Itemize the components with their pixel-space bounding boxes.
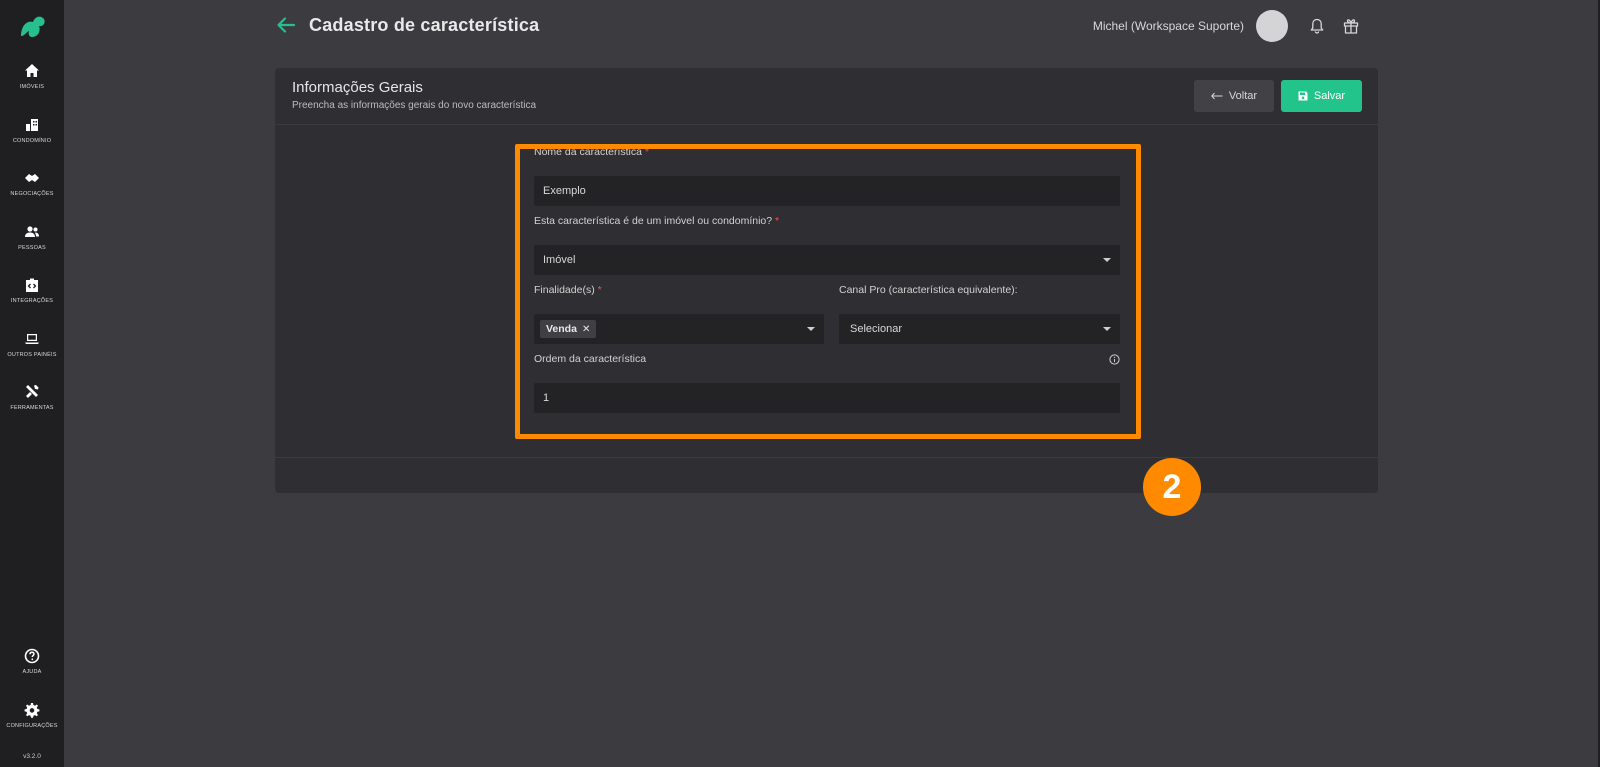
sidebar-item-label: IMÓVEIS: [19, 84, 45, 90]
canal-pro-select[interactable]: Selecionar: [839, 314, 1120, 344]
sidebar-item-outros-paineis[interactable]: OUTROS PAINÉIS: [0, 331, 64, 385]
name-label-text: Nome da característica: [534, 146, 642, 158]
app-logo-icon[interactable]: [15, 10, 49, 44]
chevron-down-icon: [1103, 327, 1111, 331]
required-mark: *: [597, 284, 602, 296]
chevron-down-icon: [1103, 258, 1111, 262]
purpose-label: Finalidade(s) *: [534, 284, 602, 296]
gift-icon[interactable]: [1342, 17, 1360, 35]
back-button[interactable]: Voltar: [1194, 80, 1274, 112]
canal-pro-label: Canal Pro (característica equivalente):: [839, 284, 1018, 296]
people-icon: [25, 225, 39, 237]
required-mark: *: [775, 215, 780, 227]
sidebar-item-label: AJUDA: [22, 669, 42, 675]
sidebar-item-negociacoes[interactable]: NEGOCIAÇÕES: [0, 170, 64, 224]
sidebar: IMÓVEIS CONDOMÍNIO NEGOCIAÇÕES PESSOAS I…: [0, 0, 64, 767]
back-button-label: Voltar: [1228, 90, 1258, 102]
card-subtitle: Preencha as informações gerais do novo c…: [292, 100, 537, 111]
purpose-multiselect[interactable]: Venda ✕: [534, 314, 824, 344]
integration-icon: [26, 278, 38, 292]
gear-icon: [24, 702, 40, 718]
arrow-left-icon: [1211, 92, 1223, 100]
sidebar-item-label: OUTROS PAINÉIS: [7, 351, 57, 358]
type-label: Esta característica é de um imóvel ou co…: [534, 215, 779, 227]
name-input-value: Exemplo: [543, 185, 586, 197]
avatar[interactable]: [1256, 10, 1288, 42]
floppy-disk-icon: [1298, 91, 1308, 101]
card-footer-divider: [275, 457, 1378, 458]
sidebar-item-integracoes[interactable]: INTEGRAÇÕES: [0, 277, 64, 331]
sidebar-item-label: FERRAMENTAS: [10, 405, 54, 411]
type-label-text: Esta característica é de um imóvel ou co…: [534, 215, 773, 227]
remove-chip-icon[interactable]: ✕: [582, 324, 590, 335]
card-header: Informações Gerais Preencha as informaçõ…: [275, 68, 1378, 125]
sidebar-item-label: INTEGRAÇÕES: [10, 298, 54, 304]
sidebar-item-configuracoes[interactable]: CONFIGURAÇÕES: [0, 702, 64, 756]
sidebar-item-label: CONFIGURAÇÕES: [6, 722, 58, 729]
sidebar-item-label: CONDOMÍNIO: [12, 137, 52, 144]
sidebar-item-label: NEGOCIAÇÕES: [10, 191, 54, 197]
sidebar-item-ferramentas[interactable]: FERRAMENTAS: [0, 384, 64, 438]
page-title: Cadastro de característica: [309, 14, 540, 35]
order-input[interactable]: 1: [534, 383, 1120, 413]
step-badge: 2: [1143, 458, 1201, 516]
sidebar-item-pessoas[interactable]: PESSOAS: [0, 224, 64, 278]
sidebar-item-imoveis[interactable]: IMÓVEIS: [0, 63, 64, 117]
building-icon: [26, 118, 38, 131]
save-button-label: Salvar: [1313, 90, 1346, 102]
type-select[interactable]: Imóvel: [534, 245, 1120, 275]
home-icon: [25, 64, 39, 77]
card-title: Informações Gerais: [292, 79, 423, 96]
name-label: Nome da característica *: [534, 146, 649, 158]
order-label: Ordem da característica: [534, 353, 647, 365]
page-header: Cadastro de característica: [275, 14, 539, 36]
help-icon: [24, 648, 40, 664]
tools-icon: [26, 385, 39, 398]
purpose-label-text: Finalidade(s): [534, 284, 595, 296]
chevron-down-icon: [807, 327, 815, 331]
app-version: v3.2.0: [23, 753, 41, 760]
sidebar-item-ajuda[interactable]: AJUDA: [0, 648, 64, 702]
laptop-icon: [25, 333, 39, 344]
name-input[interactable]: Exemplo: [534, 176, 1120, 206]
sidebar-item-label: PESSOAS: [18, 244, 46, 251]
back-arrow-icon[interactable]: [275, 14, 297, 36]
required-mark: *: [644, 146, 649, 158]
handshake-icon: [25, 174, 39, 182]
type-select-value: Imóvel: [543, 254, 576, 266]
user-area: Michel (Workspace Suporte): [1093, 10, 1376, 42]
bell-icon[interactable]: [1308, 17, 1326, 35]
general-info-card: Informações Gerais Preencha as informaçõ…: [275, 68, 1378, 493]
info-icon[interactable]: [1109, 354, 1120, 365]
purpose-chip-label: Venda: [546, 323, 577, 335]
save-button[interactable]: Salvar: [1281, 80, 1362, 112]
sidebar-item-condominio[interactable]: CONDOMÍNIO: [0, 117, 64, 171]
canal-pro-select-value: Selecionar: [850, 323, 902, 335]
purpose-chip: Venda ✕: [540, 320, 597, 338]
user-name[interactable]: Michel (Workspace Suporte): [1093, 19, 1244, 33]
order-input-value: 1: [543, 392, 550, 404]
